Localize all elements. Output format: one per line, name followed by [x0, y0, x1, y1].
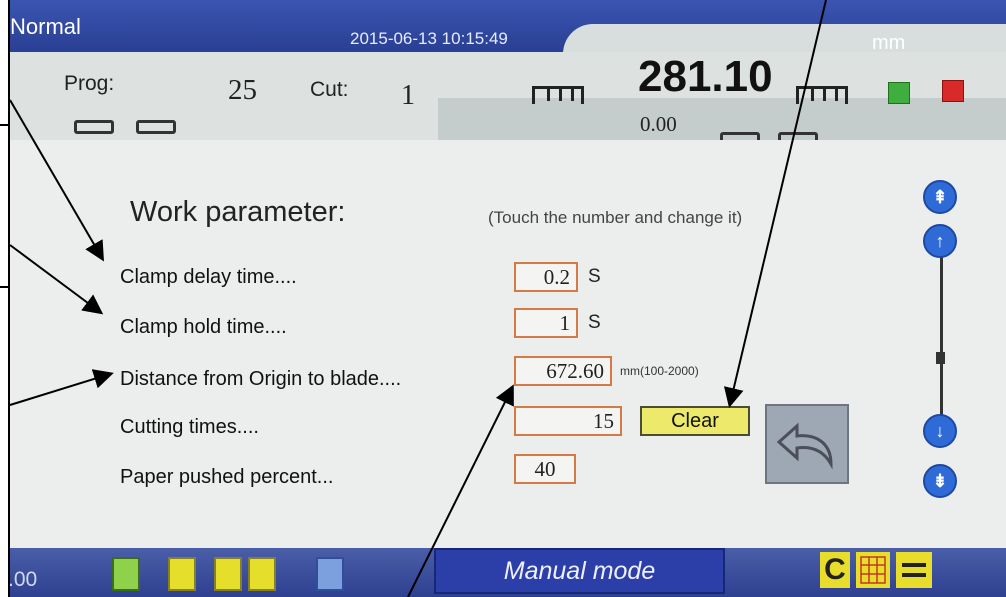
- back-button[interactable]: [765, 404, 849, 484]
- ruler-icon: [796, 86, 848, 104]
- distance-unit: mm(100-2000): [620, 364, 699, 378]
- clamp-icon: [74, 120, 114, 134]
- status-bar-hump: [563, 24, 1006, 54]
- clamp-icon: [136, 120, 176, 134]
- c-button[interactable]: C: [820, 552, 850, 588]
- current-position: 281.10: [638, 52, 773, 101]
- manual-mode-button[interactable]: Manual mode: [434, 548, 725, 594]
- distance-field[interactable]: 672.60: [514, 356, 612, 386]
- pusher-edit-icon[interactable]: [248, 557, 276, 591]
- distance-label: Distance from Origin to blade....: [120, 368, 402, 390]
- equals-icon[interactable]: [896, 552, 932, 588]
- red-trash-icon[interactable]: [942, 80, 964, 102]
- cutting-times-label: Cutting times....: [120, 416, 259, 438]
- paper-pushed-field[interactable]: 40: [514, 454, 576, 484]
- clamp-hold-field[interactable]: 1: [514, 308, 578, 338]
- grid-icon[interactable]: [856, 552, 890, 588]
- mode-title: Normal: [10, 14, 81, 39]
- pusher-icon[interactable]: [168, 557, 196, 591]
- position-offset: 0.00: [640, 112, 677, 136]
- work-parameter-title: Work parameter:: [130, 196, 346, 228]
- touch-screen: Normal 2015-06-13 10:15:49 mm Prog: 25 C…: [8, 0, 1006, 597]
- bottom-readout: .00: [8, 568, 38, 591]
- page-down-icon[interactable]: ⇟: [923, 464, 957, 498]
- clamp-hold-unit: S: [588, 312, 601, 333]
- pusher-program-icon[interactable]: [214, 557, 242, 591]
- scroll-track[interactable]: [940, 236, 943, 432]
- cut-value[interactable]: 1: [401, 80, 415, 112]
- prog-label: Prog:: [64, 72, 115, 95]
- cut-label: Cut:: [310, 78, 349, 101]
- clamp-delay-field[interactable]: 0.2: [514, 262, 578, 292]
- clamp-hold-label: Clamp hold time....: [120, 316, 287, 338]
- photo-frame-border: [0, 0, 10, 597]
- datetime: 2015-06-13 10:15:49: [350, 29, 508, 48]
- hint-text: (Touch the number and change it): [488, 208, 743, 227]
- book-icon[interactable]: [316, 557, 344, 591]
- back-arrow-icon: [776, 422, 833, 470]
- line-down-icon[interactable]: ↓: [923, 414, 957, 448]
- clamp-delay-unit: S: [588, 266, 601, 287]
- paper-pushed-label: Paper pushed percent...: [120, 466, 334, 488]
- ruler-icon: [532, 86, 584, 104]
- green-square-icon[interactable]: [888, 82, 910, 104]
- page-up-icon[interactable]: ⇞: [923, 180, 957, 214]
- clamp-delay-label: Clamp delay time....: [120, 266, 297, 288]
- clear-button[interactable]: Clear: [640, 406, 750, 436]
- clamp-toggle-icon[interactable]: [112, 557, 140, 591]
- scroll-thumb[interactable]: [936, 352, 945, 364]
- prog-value[interactable]: 25: [228, 74, 257, 107]
- line-up-icon[interactable]: ↑: [923, 224, 957, 258]
- cutting-times-field[interactable]: 15: [514, 406, 622, 436]
